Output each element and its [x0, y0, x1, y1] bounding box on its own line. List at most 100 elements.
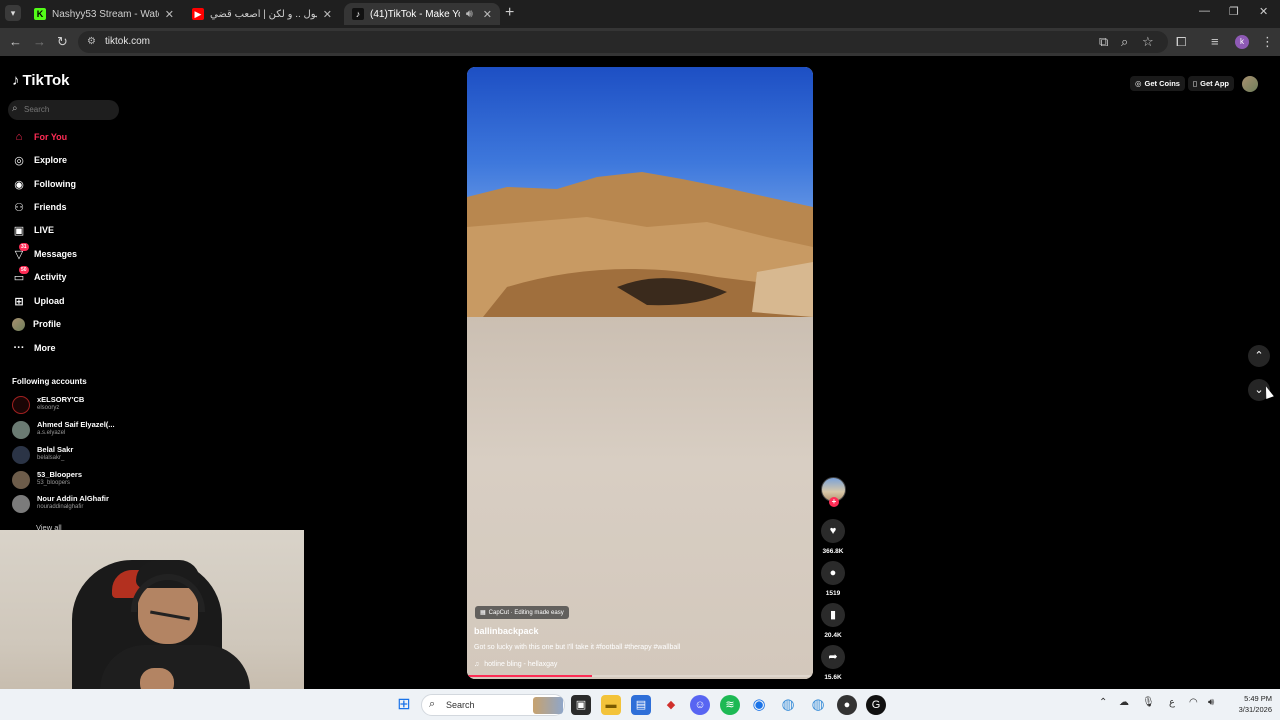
coin-icon: ◎	[1135, 79, 1142, 88]
share-button[interactable]: ➦ 15.6K	[820, 645, 846, 681]
search-input[interactable]: ⌕ Search	[8, 100, 119, 120]
spotify-icon[interactable]: ≋	[720, 695, 740, 715]
browser-tab-strip: ▾ K Nashyy53 Stream - Watch Live on ✕ ▶ …	[0, 0, 1280, 28]
get-app-button[interactable]: ▯ Get App	[1187, 76, 1234, 91]
nav-explore[interactable]: ◎ Explore	[12, 150, 67, 170]
save-button[interactable]: ▮ 20.4K	[820, 603, 846, 639]
close-tab-icon[interactable]: ✕	[483, 8, 492, 21]
get-coins-button[interactable]: ◎ Get Coins	[1130, 76, 1185, 91]
nav-following[interactable]: ◉ Following	[12, 174, 76, 194]
new-tab-button[interactable]: +	[505, 4, 514, 22]
friends-icon: ⚇	[14, 201, 24, 214]
comment-button[interactable]: ● 1519	[820, 561, 846, 597]
show-hidden-icons[interactable]: ⌃	[1099, 697, 1107, 708]
address-bar[interactable]: ⚙ tiktok.com	[78, 31, 1168, 53]
media-controls-icon[interactable]: ≡	[1211, 34, 1219, 50]
previous-video-button[interactable]: ⌃	[1248, 345, 1270, 367]
obs-icon[interactable]: ●	[837, 695, 857, 715]
user-avatar[interactable]	[1242, 76, 1258, 92]
cloud-icon[interactable]: ☁	[1119, 697, 1129, 708]
nav-label: LIVE	[34, 225, 55, 235]
tab-kick-stream[interactable]: K Nashyy53 Stream - Watch Live on ✕	[26, 3, 182, 25]
search-icon: ⌕	[429, 698, 436, 710]
close-tab-icon[interactable]: ✕	[165, 8, 174, 21]
following-account[interactable]: Belal Sakr belalsakr_	[12, 443, 132, 467]
minimize-icon[interactable]: —	[1199, 5, 1210, 17]
tab-tiktok[interactable]: ♪ (41)TikTok - Make Your Day 🔊︎ ✕	[344, 3, 500, 25]
back-icon[interactable]: ←	[9, 34, 22, 50]
bookmark-star-icon[interactable]: ☆	[1142, 34, 1154, 50]
browser-app-icon[interactable]: ◍	[808, 695, 828, 715]
microphone-tray-icon[interactable]: 🎙︎	[1142, 697, 1155, 708]
taskbar-clock[interactable]: 5:49 PM 3/31/2026	[1222, 693, 1272, 715]
nav-label: Messages	[34, 249, 78, 259]
site-info-icon[interactable]: ⚙	[87, 36, 96, 47]
nav-friends[interactable]: ⚇ Friends	[12, 197, 67, 217]
nav-label: Explore	[34, 155, 68, 165]
game-app-icon[interactable]: ◆	[661, 695, 681, 715]
avatar	[12, 396, 30, 414]
file-explorer-icon[interactable]: ▬	[601, 695, 621, 715]
following-account[interactable]: xELSORY'CB elsooryz	[12, 393, 132, 417]
video-progress-fill	[467, 675, 592, 677]
account-handle: a.s.elyazel	[37, 430, 66, 436]
app-g-icon[interactable]: G	[866, 695, 886, 715]
close-tab-icon[interactable]: ✕	[323, 8, 332, 21]
windows-start-icon[interactable]: ⊞	[394, 695, 414, 715]
video-author[interactable]: ballinbackpack	[474, 626, 539, 636]
follow-plus-icon[interactable]: +	[829, 497, 839, 507]
nav-label: Friends	[34, 202, 67, 212]
tiktok-logo[interactable]: ♪ TikTok	[12, 72, 69, 89]
tab-youtube-video[interactable]: ▶ ضد مجهول .. و لكن | أصعب قضي ✕	[184, 3, 340, 25]
store-icon[interactable]: ▤	[631, 695, 651, 715]
zoom-icon[interactable]: ⌕	[1121, 34, 1128, 50]
heart-icon: ♥	[821, 519, 845, 543]
nav-label: Activity	[34, 272, 67, 282]
language-indicator[interactable]: ع	[1169, 697, 1175, 708]
reload-icon[interactable]: ↻	[57, 34, 68, 50]
nav-more[interactable]: ··· More	[12, 338, 56, 358]
capcut-tag[interactable]: ▦ CapCut · Editing made easy	[475, 606, 569, 619]
nav-messages[interactable]: ▽ 31 Messages	[12, 242, 78, 264]
following-account[interactable]: Nour Addin AlGhafir nouraddinalghafir	[12, 492, 132, 516]
kick-icon: K	[34, 8, 46, 20]
live-icon: ▣	[13, 224, 25, 237]
chrome-icon[interactable]: ◉	[749, 695, 769, 715]
account-name: xELSORY'CB	[37, 395, 85, 404]
tab-search-dropdown-icon[interactable]: ▾	[5, 5, 21, 21]
nav-activity[interactable]: ▭ 50 Activity	[12, 265, 67, 287]
search-placeholder: Search	[24, 105, 50, 114]
nav-upload[interactable]: ⊞ Upload	[12, 291, 64, 311]
browser-profile-avatar[interactable]: k	[1235, 35, 1249, 49]
nav-profile[interactable]: Profile	[12, 314, 61, 334]
save-count: 20.4K	[824, 632, 842, 639]
edge-icon[interactable]: ◍	[778, 695, 798, 715]
following-account[interactable]: 53_Bloopers 53_bloopers	[12, 468, 132, 492]
close-window-icon[interactable]: ✕	[1259, 5, 1268, 18]
discord-icon[interactable]: ☺	[690, 695, 710, 715]
browser-menu-icon[interactable]: ⋮	[1261, 34, 1274, 50]
header-actions: ◎ Get Coins ▯ Get App	[1130, 76, 1234, 91]
wifi-icon[interactable]: ◠	[1189, 697, 1198, 708]
nav-live[interactable]: ▣ LIVE	[12, 220, 54, 240]
tiktok-icon: ♪	[352, 8, 364, 20]
taskbar-search[interactable]: ⌕ Search	[421, 694, 565, 716]
logo-text: TikTok	[22, 72, 70, 89]
extensions-icon[interactable]: ⧠	[1176, 34, 1186, 50]
video-player[interactable]: ▦ CapCut · Editing made easy ballinbackp…	[467, 67, 813, 679]
install-app-icon[interactable]: ⧉	[1099, 34, 1108, 50]
activity-icon: ▭ 50	[13, 265, 29, 284]
tiktok-logo-icon: ♪	[12, 72, 20, 89]
like-button[interactable]: ♥ 366.8K	[820, 519, 846, 555]
volume-icon[interactable]: 🔊︎	[1208, 697, 1214, 708]
following-account[interactable]: Ahmed Saif Elyazel(... a.s.elyazel	[12, 418, 132, 442]
video-progress-bar[interactable]	[467, 675, 813, 677]
get-app-label: Get App	[1200, 79, 1229, 88]
forward-icon[interactable]: →	[33, 34, 46, 50]
task-view-icon[interactable]: ▣	[571, 695, 591, 715]
nav-for-you[interactable]: ⌂ For You	[12, 127, 68, 147]
video-music[interactable]: ♫ hotline bling - hellaxgay	[474, 661, 557, 668]
comment-count: 1519	[825, 590, 841, 597]
restore-icon[interactable]: ❐	[1229, 5, 1239, 18]
speaker-icon[interactable]: 🔊︎	[466, 8, 473, 21]
